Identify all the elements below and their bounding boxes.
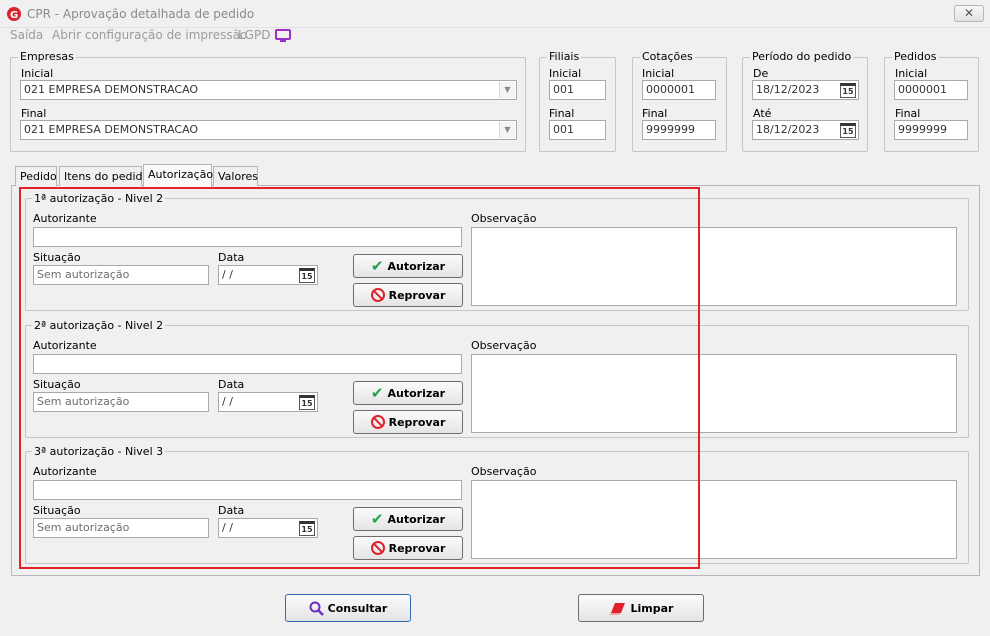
periodo-de-value: 18/12/2023: [756, 83, 820, 96]
pedido-final-input[interactable]: 9999999: [894, 120, 968, 140]
empresas-legend: Empresas: [18, 50, 76, 63]
svg-text:G: G: [10, 10, 18, 21]
periodo-de-input[interactable]: 18/12/2023 15: [752, 80, 859, 100]
cotacoes-legend: Cotações: [640, 50, 695, 63]
periodo-legend: Período do pedido: [750, 50, 854, 63]
window-title: CPR - Aprovação detalhada de pedido: [27, 7, 255, 21]
app-logo-icon: G: [7, 7, 21, 21]
cotacao-inicial-input[interactable]: 0000001: [642, 80, 716, 100]
tab-pedido[interactable]: Pedido: [15, 166, 57, 186]
menu-abrir-configuracao[interactable]: Abrir configuração de impressão: [52, 28, 247, 42]
cotacao-final-label: Final: [642, 107, 668, 120]
periodo-ate-label: Até: [753, 107, 772, 120]
pedido-inicial-label: Inicial: [895, 67, 928, 80]
pedidos-legend: Pedidos: [892, 50, 939, 63]
pedido-inicial-input[interactable]: 0000001: [894, 80, 968, 100]
empresa-final-label: Final: [21, 107, 47, 120]
empresa-inicial-label: Inicial: [21, 67, 54, 80]
calendar-icon[interactable]: 15: [840, 83, 856, 98]
tab-valores[interactable]: Valores: [213, 166, 258, 186]
empresa-final-select[interactable]: 021 EMPRESA DEMONSTRACAO ▼: [20, 120, 517, 140]
periodo-de-label: De: [753, 67, 769, 80]
monitor-icon[interactable]: [275, 29, 291, 43]
menu-saida[interactable]: Saída: [10, 28, 43, 42]
periodo-ate-input[interactable]: 18/12/2023 15: [752, 120, 859, 140]
filiais-legend: Filiais: [547, 50, 582, 63]
chevron-down-icon[interactable]: ▼: [499, 122, 515, 138]
consultar-button[interactable]: Consultar: [285, 594, 411, 622]
filial-final-input[interactable]: 001: [549, 120, 606, 140]
periodo-ate-value: 18/12/2023: [756, 123, 820, 136]
menu-lgpd[interactable]: LGPD: [238, 28, 270, 42]
consultar-label: Consultar: [327, 601, 388, 615]
tab-itens-do-pedido[interactable]: Itens do pedido: [59, 166, 149, 186]
chevron-down-icon[interactable]: ▼: [499, 82, 515, 98]
cotacao-inicial-label: Inicial: [642, 67, 675, 80]
close-button[interactable]: ✕: [954, 5, 984, 22]
title-bar: G CPR - Aprovação detalhada de pedido ✕: [0, 0, 990, 28]
cotacao-final-input[interactable]: 9999999: [642, 120, 716, 140]
tab-autorizacao[interactable]: Autorização: [143, 164, 213, 187]
search-icon: [309, 601, 324, 616]
eraser-icon: [608, 603, 625, 615]
calendar-icon[interactable]: 15: [840, 123, 856, 138]
empresa-inicial-value: 021 EMPRESA DEMONSTRACAO: [24, 83, 199, 96]
filial-final-label: Final: [549, 107, 575, 120]
empresa-inicial-select[interactable]: 021 EMPRESA DEMONSTRACAO ▼: [20, 80, 517, 100]
highlight-box: [19, 187, 700, 569]
pedido-final-label: Final: [895, 107, 921, 120]
filial-inicial-input[interactable]: 001: [549, 80, 606, 100]
limpar-label: Limpar: [630, 601, 674, 615]
empresa-final-value: 021 EMPRESA DEMONSTRACAO: [24, 123, 199, 136]
limpar-button[interactable]: Limpar: [578, 594, 704, 622]
filial-inicial-label: Inicial: [549, 67, 582, 80]
